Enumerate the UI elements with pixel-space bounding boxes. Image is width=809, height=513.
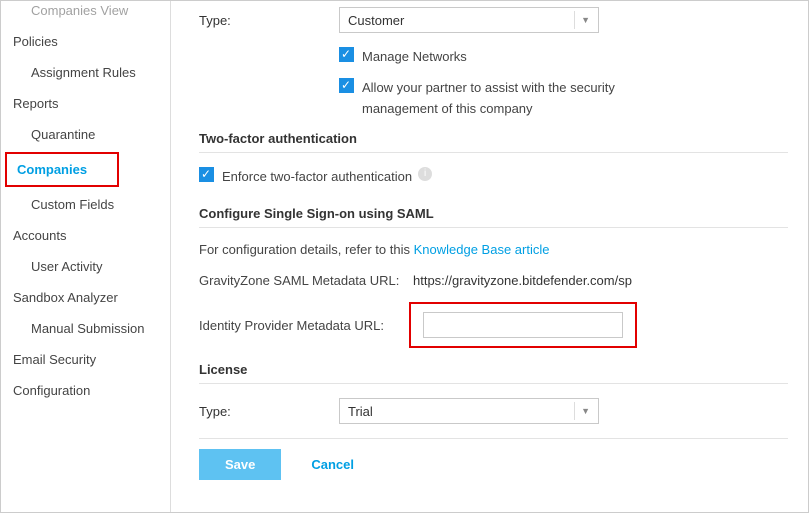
enforce-2fa-label: Enforce two-factor authentication [222,167,412,188]
divider [199,227,788,228]
sidebar-item-policies[interactable]: Policies [1,26,170,57]
allow-partner-checkbox[interactable] [339,78,354,93]
manage-networks-label: Manage Networks [362,47,467,68]
chevron-down-icon: ▼ [574,11,590,29]
footer: Save Cancel [199,438,788,480]
license-type-label: Type: [199,404,339,419]
sidebar-item-email-security[interactable]: Email Security [1,344,170,375]
two-factor-section-title: Two-factor authentication [199,131,788,146]
license-type-select[interactable]: Trial ▼ [339,398,599,424]
sso-help-prefix: For configuration details, refer to this [199,242,414,257]
sidebar-item-reports[interactable]: Reports [1,88,170,119]
idp-url-label: Identity Provider Metadata URL: [199,318,409,333]
divider [199,152,788,153]
sidebar-item-companies-view[interactable]: Companies View [1,0,170,26]
sidebar-item-user-activity[interactable]: User Activity [1,251,170,282]
cancel-button[interactable]: Cancel [311,457,354,472]
enforce-2fa-checkbox[interactable] [199,167,214,182]
save-button[interactable]: Save [199,449,281,480]
license-type-value: Trial [348,404,373,419]
sidebar-item-custom-fields[interactable]: Custom Fields [1,189,170,220]
license-section-title: License [199,362,788,377]
type-label: Type: [199,13,339,28]
sidebar-item-sandbox-analyzer[interactable]: Sandbox Analyzer [1,282,170,313]
sso-section-title: Configure Single Sign-on using SAML [199,206,788,221]
sidebar: Companies View Policies Assignment Rules… [1,1,171,512]
sidebar-item-manual-submission[interactable]: Manual Submission [1,313,170,344]
manage-networks-checkbox[interactable] [339,47,354,62]
chevron-down-icon: ▼ [574,402,590,420]
sidebar-item-quarantine[interactable]: Quarantine [1,119,170,150]
allow-partner-label: Allow your partner to assist with the se… [362,78,682,120]
type-select-value: Customer [348,13,404,28]
sidebar-item-companies[interactable]: Companies [5,152,119,187]
sso-help-text: For configuration details, refer to this… [199,242,788,257]
main-content: Type: Customer ▼ Manage Networks Allow y… [171,1,808,512]
sidebar-item-assignment-rules[interactable]: Assignment Rules [1,57,170,88]
knowledge-base-link[interactable]: Knowledge Base article [414,242,550,257]
sidebar-item-accounts[interactable]: Accounts [1,220,170,251]
sidebar-item-configuration[interactable]: Configuration [1,375,170,406]
divider [199,383,788,384]
saml-url-value: https://gravityzone.bitdefender.com/sp [409,273,632,288]
type-select[interactable]: Customer ▼ [339,7,599,33]
idp-url-input[interactable] [423,312,623,338]
info-icon[interactable]: i [418,167,432,181]
idp-url-highlight [409,302,637,348]
saml-url-label: GravityZone SAML Metadata URL: [199,273,409,288]
